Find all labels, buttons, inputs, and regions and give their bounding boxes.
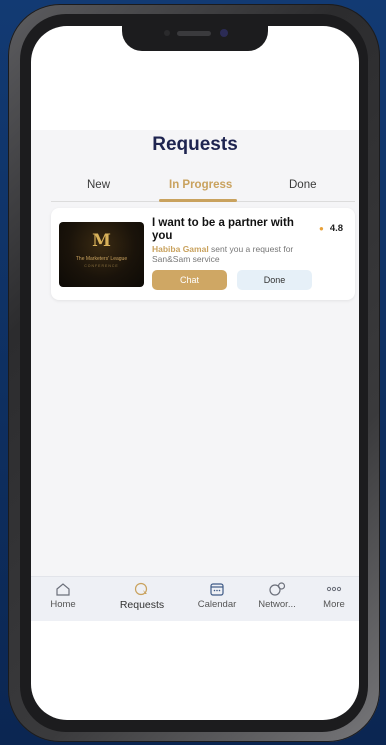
more-icon [326,586,342,592]
nav-requests[interactable]: Requests [111,582,173,611]
page-title: Requests [152,134,238,155]
thumbnail-text: The Marketers' League [75,256,128,262]
requests-screen: Requests New In Progress Done M The Mark… [31,130,359,576]
rating-value: 4.8 [329,223,344,234]
star-icon: ● [319,224,324,233]
nav-requests-label: Requests [119,599,165,611]
nav-network[interactable]: Networ... [251,582,303,610]
requests-icon [134,582,148,596]
done-button[interactable]: Done [237,270,312,290]
nav-calendar-label: Calendar [197,599,237,610]
chat-button[interactable]: Chat [152,270,227,290]
home-icon [56,583,70,596]
nav-network-label: Networ... [258,599,296,610]
nav-more-label: More [323,599,345,610]
nav-calendar[interactable]: Calendar [191,582,243,610]
phone-screen: Requests New In Progress Done M The Mark… [31,26,359,720]
bottom-navigation: Home Requests Calendar Networ... More [31,576,359,621]
camera-icon [220,29,228,37]
nav-home[interactable]: Home [45,582,81,610]
nav-home-label: Home [50,599,76,610]
tab-in-progress[interactable]: In Progress [169,179,232,191]
request-title: I want to be a partner with you [152,217,294,242]
speaker-icon [177,31,211,36]
requester-name[interactable]: Habiba Gamal [152,244,209,254]
thumbnail-logo: M [92,231,111,251]
tab-new[interactable]: New [87,179,110,191]
tab-done[interactable]: Done [289,179,317,191]
request-thumbnail: M The Marketers' League CONFERENCE [59,222,144,287]
request-description: Habiba Gamal sent you a request for San&… [152,244,322,264]
rating: ● 4.8 [319,223,343,234]
thumbnail-subtext: CONFERENCE [84,264,119,268]
sensor-icon [164,30,170,36]
network-icon [269,582,286,596]
active-tab-indicator [159,199,237,202]
phone-notch [122,26,268,51]
calendar-icon [210,583,224,596]
nav-more[interactable]: More [319,582,349,610]
request-card[interactable]: M The Marketers' League CONFERENCE I wan… [51,208,355,300]
